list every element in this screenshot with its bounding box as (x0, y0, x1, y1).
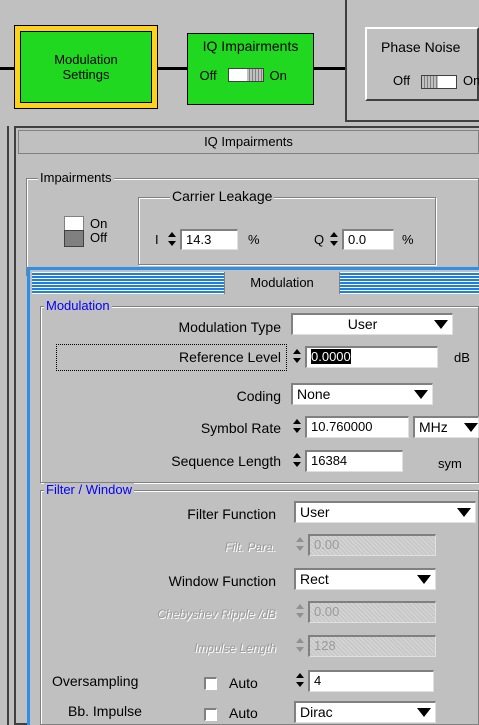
q-value-field[interactable]: 0.0 (342, 229, 394, 250)
iq-window-titlebar[interactable]: IQ Impairments (18, 130, 479, 154)
modulation-settings-line1: Modulation (54, 52, 118, 67)
symbol-rate-label: Symbol Rate (200, 420, 281, 436)
window-function-label: Window Function (168, 573, 276, 589)
chevron-down-icon (464, 423, 478, 432)
filt-para-spinner (294, 534, 306, 554)
oversampling-field[interactable]: 4 (308, 670, 434, 692)
impulse-length-field: 128 (308, 635, 436, 657)
symbol-rate-unit: MHz (419, 419, 448, 435)
coding-select[interactable]: None (291, 383, 433, 405)
iq-on-label: On (269, 68, 287, 83)
chevron-down-icon (414, 390, 428, 399)
chevron-down-icon (457, 508, 471, 517)
reference-level-field[interactable]: 0.0000 (305, 346, 438, 368)
symbol-rate-unit-select[interactable]: MHz (413, 416, 479, 438)
bb-impulse-value: Dirac (300, 704, 333, 720)
modulation-type-value: User (347, 316, 378, 332)
modulation-window-title: Modulation (250, 275, 314, 290)
window-function-value: Rect (300, 571, 329, 587)
i-value-field[interactable]: 14.3 (180, 229, 238, 250)
phase-noise-toggle[interactable] (421, 75, 457, 89)
sequence-length-field[interactable]: 16384 (305, 450, 403, 472)
q-label: Q (314, 232, 325, 247)
q-unit: % (402, 232, 414, 247)
reference-level-spinner[interactable] (291, 346, 303, 366)
oversampling-label: Oversampling (52, 673, 139, 689)
chevron-down-icon (417, 708, 431, 717)
oversampling-spinner[interactable] (294, 670, 306, 690)
phase-on-label: On (463, 73, 479, 88)
chebyshev-ripple-field: 0.00 (308, 601, 436, 623)
coding-label: Coding (236, 388, 281, 404)
carrier-leakage-title: Carrier Leakage (170, 188, 275, 204)
phase-noise-title: Phase Noise (381, 39, 461, 55)
reference-level-unit: dB (454, 350, 470, 365)
impulse-length-spinner (294, 635, 306, 655)
impairments-switch[interactable] (64, 216, 84, 247)
bb-impulse-auto-checkbox[interactable] (204, 708, 217, 721)
modulation-titlebar[interactable]: Modulation (32, 272, 479, 294)
iq-off-label: Off (199, 68, 217, 83)
switch-off-label: Off (90, 230, 108, 245)
modulation-settings-frame[interactable]: Modulation Settings (14, 25, 158, 109)
impairments-group-title: Impairments (38, 170, 114, 185)
modulation-group-title: Modulation (44, 298, 112, 313)
reference-level-label: Reference Level (179, 349, 281, 365)
chebyshev-ripple-spinner (294, 601, 306, 621)
modulation-type-label: Modulation Type (178, 319, 281, 335)
modulation-title-box: Modulation (224, 272, 340, 294)
phase-noise-block[interactable]: Phase Noise Off On (365, 27, 479, 101)
chevron-down-icon (417, 575, 431, 584)
iq-impairments-block-title: IQ Impairments (202, 38, 299, 54)
i-label: I (155, 232, 159, 247)
filter-function-select[interactable]: User (294, 501, 476, 523)
iq-window-title: IQ Impairments (204, 134, 293, 149)
i-unit: % (248, 232, 260, 247)
sequence-length-label: Sequence Length (171, 453, 281, 469)
q-spinner[interactable] (328, 229, 340, 249)
filter-function-value: User (300, 504, 330, 520)
iq-impairments-toggle[interactable] (227, 68, 264, 82)
chevron-down-icon (434, 320, 448, 329)
modulation-settings-line2: Settings (62, 67, 110, 82)
chebyshev-ripple-label: Chebyshev Ripple /dB (157, 607, 276, 621)
reference-level-value: 0.0000 (311, 349, 351, 364)
filt-para-label: Filt. Para. (224, 540, 276, 554)
oversampling-auto-checkbox[interactable] (204, 677, 217, 690)
bb-impulse-label: Bb. Impulse (68, 703, 142, 719)
impulse-length-label: Impulse Length (193, 641, 276, 655)
modulation-type-select[interactable]: User (291, 313, 453, 335)
filter-window-group-title: Filter / Window (44, 482, 134, 497)
phase-off-label: Off (393, 73, 411, 88)
filter-function-label: Filter Function (187, 506, 276, 522)
oversampling-auto-label: Auto (229, 675, 258, 691)
bb-impulse-select[interactable]: Dirac (294, 701, 436, 723)
i-spinner[interactable] (166, 229, 178, 249)
bb-impulse-auto-label: Auto (229, 705, 258, 721)
symbol-rate-spinner[interactable] (291, 416, 303, 436)
filt-para-field: 0.00 (308, 534, 436, 556)
modulation-settings-button[interactable]: Modulation Settings (20, 31, 152, 103)
window-function-select[interactable]: Rect (294, 568, 436, 590)
sequence-length-spinner[interactable] (291, 450, 303, 470)
left-edge-line (7, 126, 9, 725)
iq-impairments-block[interactable]: IQ Impairments Off On (187, 33, 314, 105)
symbol-rate-field[interactable]: 10.760000 (305, 416, 409, 438)
coding-value: None (297, 386, 331, 402)
sequence-length-unit: sym (438, 456, 462, 471)
